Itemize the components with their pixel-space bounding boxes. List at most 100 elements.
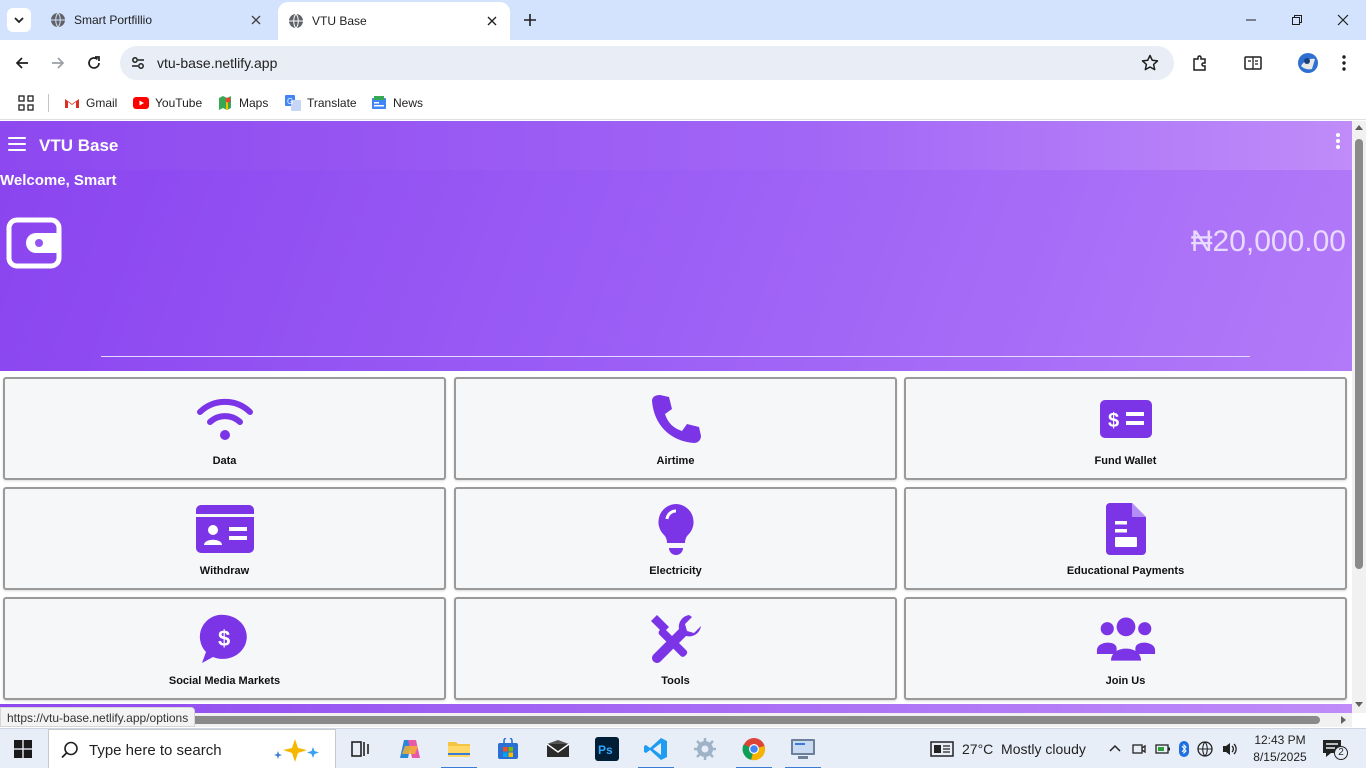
bookmark-news[interactable]: News (371, 92, 423, 114)
dollar-chat-icon: $ (195, 611, 255, 667)
bookmark-translate[interactable]: G Translate (285, 92, 357, 114)
maps-icon (217, 95, 233, 111)
taskbar-photoshop[interactable]: Ps (583, 729, 631, 768)
close-tab-button[interactable] (244, 8, 268, 32)
address-bar[interactable]: vtu-base.netlify.app (120, 46, 1174, 80)
gmail-icon (64, 95, 80, 111)
reading-list-icon (1244, 56, 1262, 70)
bookmarks-bar: Gmail YouTube Maps G Translate News (0, 86, 1366, 120)
chevron-down-icon (14, 17, 24, 24)
service-label: Electricity (649, 565, 702, 577)
service-card-airtime[interactable]: Airtime (454, 377, 897, 480)
system-tray (1108, 729, 1239, 768)
scrollbar-thumb[interactable] (1355, 139, 1363, 569)
vertical-scrollbar[interactable] (1352, 121, 1366, 713)
close-icon (1337, 14, 1349, 26)
bookmark-youtube[interactable]: YouTube (133, 92, 202, 114)
task-view-button[interactable] (336, 729, 384, 768)
wifi-icon (195, 391, 255, 447)
scroll-up-arrow-icon[interactable] (1355, 125, 1363, 130)
news-icon (371, 95, 387, 111)
bookmark-gmail[interactable]: Gmail (64, 92, 117, 114)
lightbulb-icon (646, 501, 706, 557)
service-card-electricity[interactable]: Electricity (454, 487, 897, 590)
avatar-icon (1298, 53, 1318, 73)
network-globe-icon[interactable] (1197, 741, 1213, 757)
scroll-down-arrow-icon[interactable] (1355, 702, 1363, 707)
taskbar-chrome[interactable] (730, 729, 778, 768)
tab-vtu-base[interactable]: VTU Base (278, 2, 510, 40)
more-vertical-icon[interactable] (1336, 133, 1340, 149)
tools-icon (646, 611, 706, 667)
bookmark-maps[interactable]: Maps (217, 92, 268, 114)
browser-menu-button[interactable] (1332, 51, 1356, 75)
bluetooth-icon[interactable] (1179, 741, 1189, 757)
site-info-icon[interactable] (128, 53, 148, 73)
tab-search-button[interactable] (7, 8, 31, 32)
horizontal-scrollbar[interactable] (0, 713, 1352, 727)
service-label: Withdraw (199, 565, 250, 577)
globe-icon (51, 12, 65, 28)
welcome-text: Welcome, Smart (0, 172, 117, 189)
weather-widget[interactable]: 27°C Mostly cloudy (930, 729, 1086, 768)
scroll-right-arrow-icon[interactable] (1341, 716, 1346, 724)
puzzle-icon (1193, 55, 1206, 71)
menu-icon[interactable] (8, 137, 26, 151)
close-window-button[interactable] (1320, 0, 1366, 40)
close-tab-button[interactable] (480, 9, 504, 33)
windows-start-icon[interactable] (14, 740, 32, 758)
minimize-button[interactable] (1228, 0, 1274, 40)
taskbar-copilot[interactable] (386, 729, 434, 768)
copilot-sparkle-icon (274, 739, 319, 762)
taskbar-file-explorer[interactable] (435, 729, 483, 768)
notification-count: 2 (1334, 746, 1348, 760)
volume-icon[interactable] (1221, 741, 1239, 757)
service-card-withdraw[interactable]: Withdraw (3, 487, 446, 590)
service-label: Airtime (656, 455, 695, 467)
reading-list-button[interactable] (1241, 51, 1265, 75)
bookmark-label: News (393, 96, 424, 110)
chevron-up-icon[interactable] (1108, 742, 1122, 756)
document-icon (1096, 501, 1156, 557)
taskbar-app[interactable] (681, 729, 729, 768)
plus-icon (524, 14, 536, 26)
weather-text: 27°C Mostly cloudy (962, 741, 1086, 757)
tab-smart-portfolio[interactable]: Smart Portfillio (40, 0, 274, 40)
wallet-header: VTU Base Welcome, Smart ₦20,000.00 (0, 121, 1352, 371)
reload-button[interactable] (80, 49, 108, 77)
taskbar-mail[interactable] (534, 729, 582, 768)
photoshop-icon: Ps (595, 737, 619, 761)
svg-text:$: $ (218, 626, 230, 651)
notifications-button[interactable]: 2 (1322, 739, 1348, 761)
restore-button[interactable] (1274, 0, 1320, 40)
meet-now-icon[interactable] (1132, 742, 1146, 756)
taskbar-vscode[interactable] (632, 729, 680, 768)
service-card-fund-wallet[interactable]: $ Fund Wallet (904, 377, 1347, 480)
app-bar: VTU Base (0, 121, 1352, 170)
battery-icon[interactable] (1155, 742, 1171, 756)
new-tab-button[interactable] (518, 8, 542, 32)
bookmark-star-icon[interactable] (1140, 53, 1160, 73)
service-card-social-media-markets[interactable]: $ Social Media Markets (3, 597, 446, 700)
service-card-data[interactable]: Data (3, 377, 446, 480)
extensions-button[interactable] (1188, 51, 1212, 75)
tab-title: Smart Portfillio (74, 13, 153, 27)
system-clock[interactable]: 12:43 PM 8/15/2025 (1248, 732, 1312, 766)
taskbar-search[interactable]: Type here to search (48, 729, 336, 768)
link-status-bubble: https://vtu-base.netlify.app/options (0, 707, 196, 727)
service-card-join-us[interactable]: Join Us (904, 597, 1347, 700)
service-card-educational-payments[interactable]: Educational Payments (904, 487, 1347, 590)
bookmark-label: Maps (239, 96, 269, 110)
apps-button[interactable] (18, 92, 34, 114)
forward-button[interactable] (44, 49, 72, 77)
taskbar-store[interactable] (484, 729, 532, 768)
back-button[interactable] (8, 49, 36, 77)
scrollbar-thumb[interactable] (160, 716, 1320, 724)
folder-icon (448, 742, 470, 757)
profile-avatar[interactable] (1296, 51, 1320, 75)
apps-grid-icon (18, 95, 34, 111)
url-text[interactable]: vtu-base.netlify.app (157, 55, 277, 71)
service-card-tools[interactable]: Tools (454, 597, 897, 700)
minimize-icon (1246, 19, 1256, 21)
taskbar-remote-desktop[interactable] (779, 729, 827, 768)
